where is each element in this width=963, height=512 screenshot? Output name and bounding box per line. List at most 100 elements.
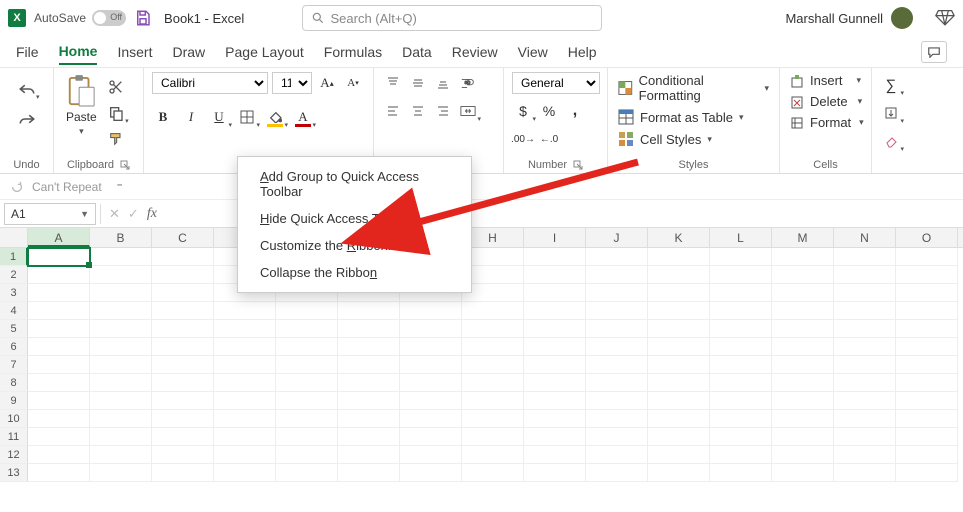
cell[interactable]	[338, 356, 400, 374]
cell[interactable]	[338, 446, 400, 464]
cell[interactable]	[152, 284, 214, 302]
tab-insert[interactable]: Insert	[117, 40, 152, 64]
cell[interactable]	[90, 392, 152, 410]
cell[interactable]	[276, 374, 338, 392]
cell[interactable]	[710, 410, 772, 428]
cell[interactable]	[90, 464, 152, 482]
cell[interactable]	[710, 320, 772, 338]
tab-help[interactable]: Help	[568, 40, 597, 64]
cell[interactable]	[400, 338, 462, 356]
cell[interactable]	[896, 320, 958, 338]
col-header[interactable]: I	[524, 228, 586, 247]
cell[interactable]	[338, 428, 400, 446]
cell[interactable]	[648, 320, 710, 338]
col-header[interactable]: C	[152, 228, 214, 247]
cell[interactable]	[90, 410, 152, 428]
align-right-button[interactable]	[432, 100, 454, 122]
confirm-formula-button[interactable]: ✓	[128, 206, 139, 222]
cell[interactable]	[152, 428, 214, 446]
tab-home[interactable]: Home	[59, 39, 98, 65]
number-format-select[interactable]: General	[512, 72, 600, 94]
percent-format-button[interactable]: %	[538, 100, 560, 122]
cell[interactable]	[462, 410, 524, 428]
cell[interactable]	[276, 392, 338, 410]
cell[interactable]	[834, 392, 896, 410]
cell[interactable]	[462, 464, 524, 482]
cell[interactable]	[710, 374, 772, 392]
format-painter-button[interactable]	[105, 128, 127, 150]
cell[interactable]	[524, 410, 586, 428]
cell[interactable]	[524, 266, 586, 284]
undo-button[interactable]: ▾	[16, 78, 38, 100]
cell[interactable]	[400, 464, 462, 482]
row-header[interactable]: 6	[0, 338, 28, 356]
cell[interactable]	[276, 446, 338, 464]
cell[interactable]	[586, 374, 648, 392]
cell[interactable]	[28, 284, 90, 302]
cell[interactable]	[710, 338, 772, 356]
cell[interactable]	[152, 320, 214, 338]
cell[interactable]	[524, 284, 586, 302]
cell[interactable]	[772, 356, 834, 374]
cell[interactable]	[834, 248, 896, 266]
cell[interactable]	[772, 266, 834, 284]
cell[interactable]	[462, 428, 524, 446]
cell[interactable]	[896, 248, 958, 266]
cell[interactable]	[586, 464, 648, 482]
select-all-corner[interactable]	[0, 228, 28, 247]
cell[interactable]	[524, 464, 586, 482]
cell[interactable]	[648, 428, 710, 446]
row-header[interactable]: 5	[0, 320, 28, 338]
menu-hide-qat[interactable]: Hide Quick Access Toolbar	[238, 205, 471, 232]
cell[interactable]	[276, 464, 338, 482]
cell[interactable]	[338, 410, 400, 428]
cell[interactable]	[648, 392, 710, 410]
cell[interactable]	[772, 392, 834, 410]
cell[interactable]	[338, 464, 400, 482]
increase-font-button[interactable]: A▴	[316, 72, 338, 94]
row-header[interactable]: 11	[0, 428, 28, 446]
delete-cells-button[interactable]: Delete▾	[788, 93, 866, 110]
cell[interactable]	[462, 320, 524, 338]
fill-color-button[interactable]: ▾	[264, 106, 286, 128]
cell[interactable]	[28, 356, 90, 374]
menu-customize-ribbon[interactable]: Customize the Ribbon...	[238, 232, 471, 259]
cell[interactable]	[214, 374, 276, 392]
cell[interactable]	[462, 446, 524, 464]
cell[interactable]	[152, 338, 214, 356]
cell[interactable]	[586, 428, 648, 446]
cell[interactable]	[214, 302, 276, 320]
conditional-formatting-button[interactable]: Conditional Formatting▾	[616, 72, 771, 104]
cell[interactable]	[524, 248, 586, 266]
row-header[interactable]: 8	[0, 374, 28, 392]
menu-collapse-ribbon[interactable]: Collapse the Ribbon	[238, 259, 471, 286]
autosum-button[interactable]: ∑▾	[880, 74, 902, 96]
comma-format-button[interactable]: ,	[564, 100, 586, 122]
cell[interactable]	[152, 302, 214, 320]
cell[interactable]	[834, 356, 896, 374]
col-header[interactable]: A	[28, 228, 90, 247]
cell[interactable]	[214, 446, 276, 464]
cell[interactable]	[524, 356, 586, 374]
clipboard-launcher-icon[interactable]	[120, 160, 130, 170]
cell[interactable]	[586, 392, 648, 410]
cell[interactable]	[90, 428, 152, 446]
cell[interactable]	[524, 302, 586, 320]
align-top-button[interactable]	[382, 72, 404, 94]
align-bottom-button[interactable]	[432, 72, 454, 94]
row-header[interactable]: 7	[0, 356, 28, 374]
cell[interactable]	[214, 338, 276, 356]
autosave-toggle[interactable]: AutoSave Off	[34, 10, 126, 26]
cell[interactable]	[772, 338, 834, 356]
align-middle-button[interactable]	[407, 72, 429, 94]
cell[interactable]	[586, 320, 648, 338]
cell[interactable]	[710, 356, 772, 374]
cell[interactable]	[400, 446, 462, 464]
name-box[interactable]: A1 ▼	[4, 203, 96, 225]
cell[interactable]	[896, 356, 958, 374]
worksheet-grid[interactable]: A B C D E F G H I J K L M N O 1234567891…	[0, 228, 963, 482]
cell[interactable]	[772, 284, 834, 302]
cell[interactable]	[648, 338, 710, 356]
cancel-formula-button[interactable]: ✕	[109, 206, 120, 222]
cut-button[interactable]	[105, 76, 127, 98]
